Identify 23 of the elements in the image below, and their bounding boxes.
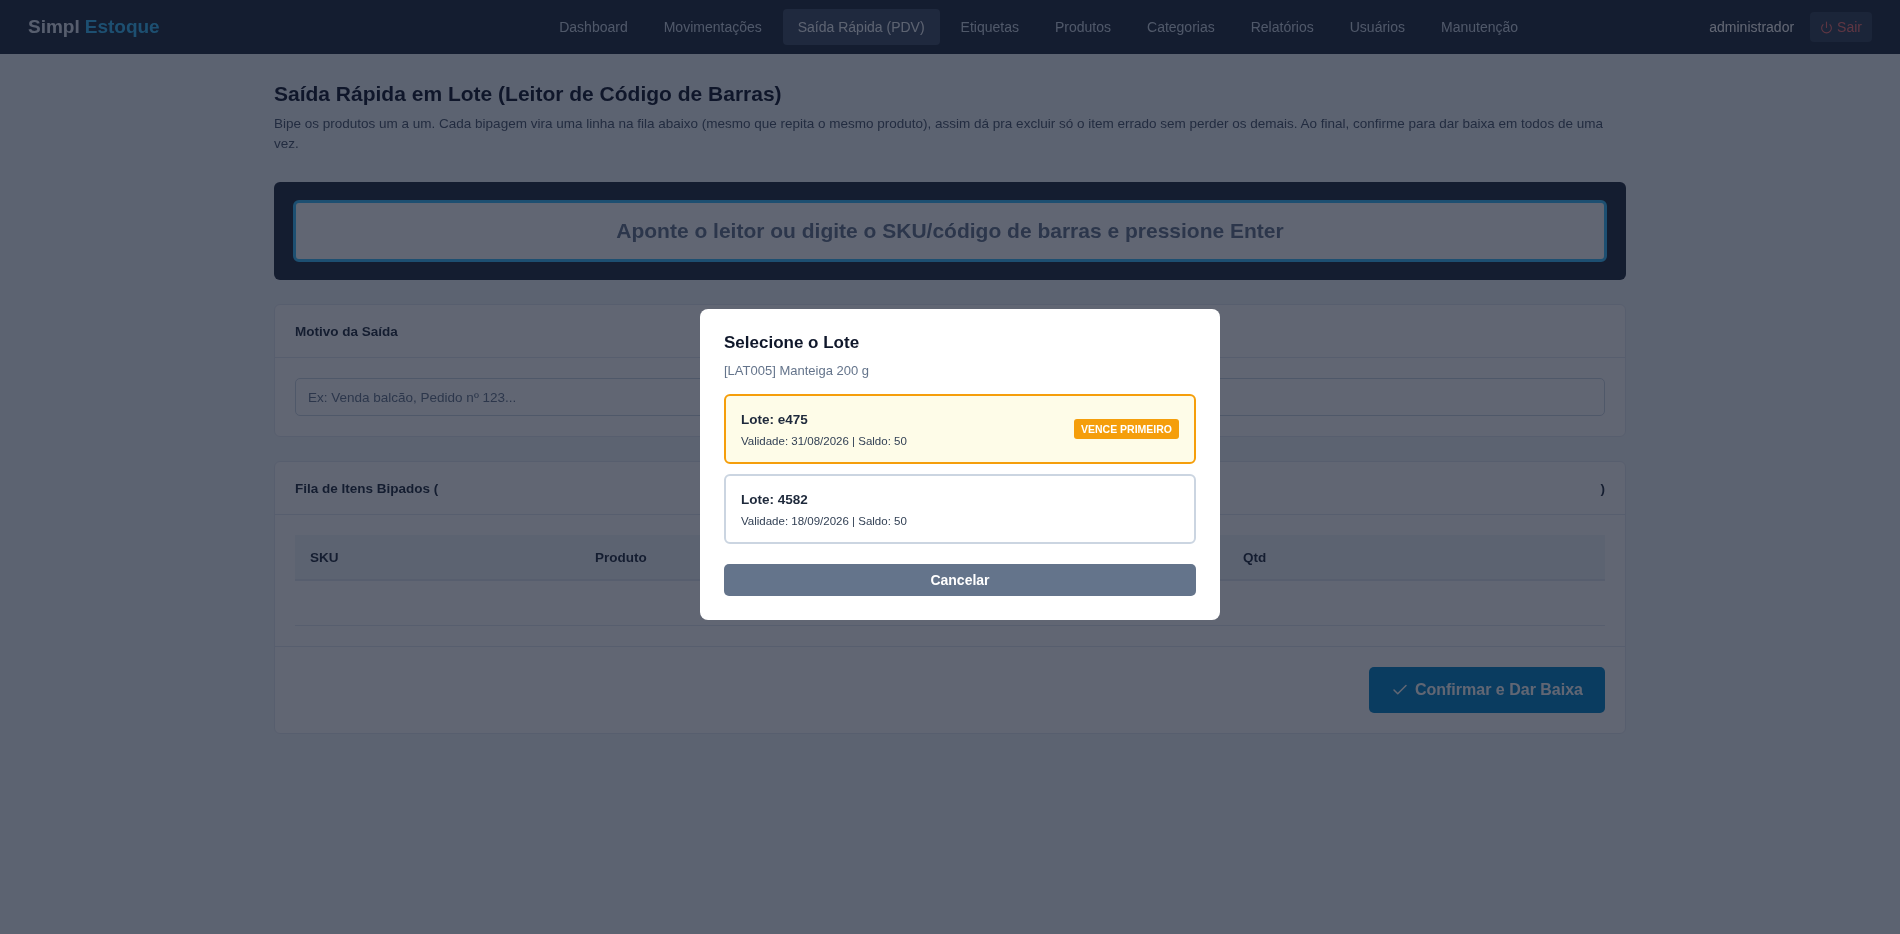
lot-details: Validade: 18/09/2026 | Saldo: 50 — [741, 514, 907, 527]
cancel-button[interactable]: Cancelar — [724, 564, 1196, 596]
column-header: SKU — [295, 535, 580, 581]
lot-name: Lote: 4582 — [741, 491, 809, 507]
lot-details: Validade: 31/08/2026 | Saldo: 50 — [741, 434, 907, 447]
power-icon — [1820, 20, 1834, 34]
expires-first-badge: VENCE PRIMEIRO — [1074, 419, 1179, 439]
logout-button[interactable]: Sair — [1810, 12, 1872, 42]
card-title: Fila de Itens Bipados ( — [295, 480, 439, 496]
brand-name: Simpl — [28, 16, 80, 38]
brand-name-accent: Estoque — [84, 16, 160, 38]
column-header: Qtd — [1228, 535, 1605, 581]
lot-name: Lote: e475 — [741, 411, 809, 427]
lot-option[interactable]: Lote: e475 Validade: 31/08/2026 | Saldo: 50 VENCE PRIMEIRO — [724, 394, 1196, 464]
username: administrador — [1709, 19, 1795, 35]
product-name: [LAT005] Manteiga 200 g — [724, 363, 871, 378]
card-title-end: ) — [1600, 480, 1605, 496]
page-title: Saída Rápida em Lote (Leitor de Código de Barras) — [274, 82, 783, 106]
page-description: Bipe os produtos um a um. Cada bipagem vira uma linha na fila abaixo (mesmo que repita o mesmo produto), assim dá pra excluir só o item errado sem perder os demais. Ao final, confirme para dar baixa em todos de uma vez. — [274, 115, 1604, 153]
card-title: Motivo da Saída — [295, 323, 398, 339]
lot-option[interactable]: Lote: 4582 Validade: 18/09/2026 | Saldo: 50 — [724, 474, 1196, 544]
confirm-button[interactable]: Confirmar e Dar Baixa — [1368, 667, 1605, 713]
dialog-title: Selecione o Lote — [724, 333, 861, 353]
